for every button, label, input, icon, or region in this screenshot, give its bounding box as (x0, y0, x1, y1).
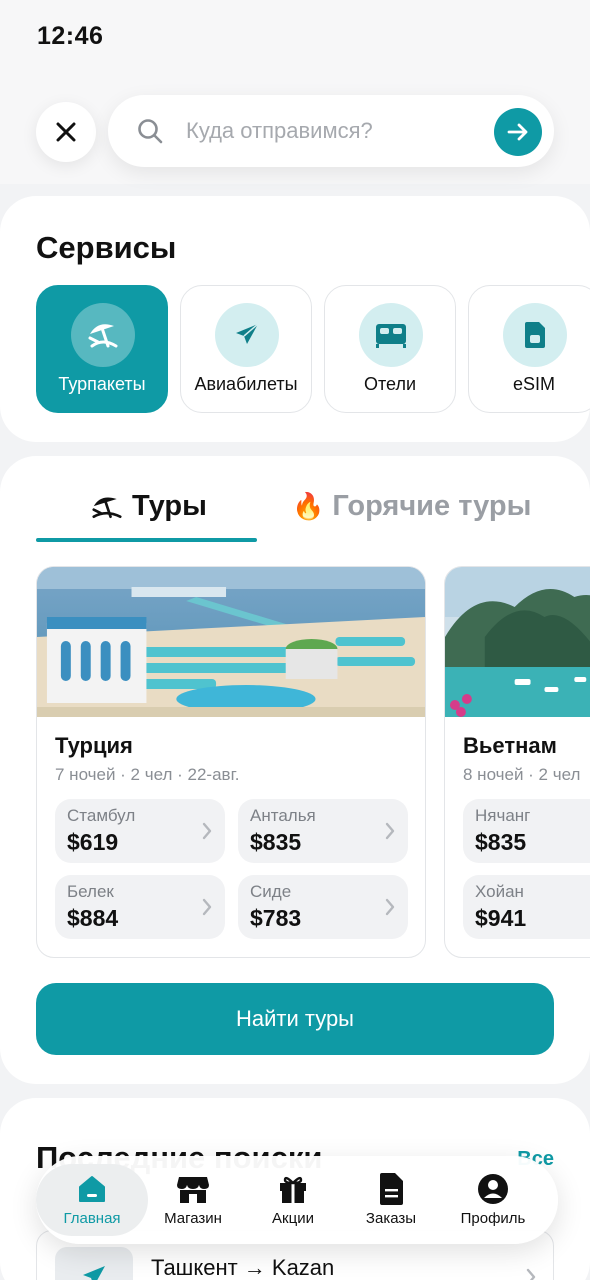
service-tour-packages[interactable]: Турпакеты (36, 285, 168, 413)
services-title: Сервисы (36, 230, 177, 265)
chevron-right-icon (385, 898, 395, 916)
tab-label: Магазин (164, 1210, 222, 1227)
tab-home[interactable]: Главная (36, 1164, 148, 1236)
price-value: $783 (250, 905, 302, 931)
tab-label: Горячие туры (332, 490, 532, 522)
price-value: $619 (67, 829, 119, 855)
tab-indicator (36, 538, 257, 542)
tour-card-vietnam[interactable]: Вьетнам 8 ночей · 2 чел Нячанг $835 Хойа… (444, 566, 590, 958)
tab-tours[interactable]: Туры (90, 490, 207, 523)
price-city: Стамбул (67, 806, 136, 825)
price-tile[interactable]: Анталья $835 (238, 799, 408, 863)
search-icon (138, 119, 163, 144)
airplane-icon (215, 303, 279, 367)
chevron-right-icon (202, 822, 212, 840)
tour-card-turkey[interactable]: Турция 7 ночей · 2 чел · 22-авг. Стамбул… (36, 566, 426, 958)
close-button[interactable] (36, 102, 96, 162)
service-flights[interactable]: Авиабилеты (180, 285, 312, 413)
airplane-icon (55, 1247, 133, 1280)
tours-section: Туры 🔥 Горячие туры Турция 7 ночей · 2 ч… (0, 456, 590, 1084)
service-hotels[interactable]: Отели (324, 285, 456, 413)
home-icon (75, 1172, 109, 1206)
search-header (0, 72, 590, 184)
bottom-tab-bar: Главная Магазин Акции Заказы Профиль (36, 1156, 558, 1244)
price-tile[interactable]: Нячанг $835 (463, 799, 590, 863)
tour-image (37, 567, 425, 717)
gift-icon (276, 1172, 310, 1206)
service-label: eSIM (512, 374, 555, 394)
price-city: Анталья (250, 806, 316, 825)
chevron-right-icon (202, 898, 212, 916)
tab-label: Профиль (460, 1210, 526, 1227)
beach-umbrella-icon (71, 303, 135, 367)
search-submit-button[interactable] (494, 108, 542, 156)
recent-route: Ташкент → Kazan (151, 1255, 335, 1280)
service-label: Турпакеты (58, 374, 146, 394)
tour-meta: 7 ночей · 2 чел · 22-авг. (55, 765, 240, 784)
price-value: $835 (250, 829, 302, 855)
price-tile[interactable]: Белек $884 (55, 875, 225, 939)
sim-card-icon (503, 303, 567, 367)
price-tile[interactable]: Стамбул $619 (55, 799, 225, 863)
tab-orders[interactable]: Заказы (342, 1164, 440, 1236)
fire-icon: 🔥 (292, 491, 325, 521)
search-input[interactable] (186, 113, 476, 149)
arrow-right-icon (507, 123, 528, 141)
chevron-right-icon (526, 1268, 536, 1280)
tour-country: Вьетнам (463, 733, 557, 758)
price-value: $941 (475, 905, 527, 931)
search-bar[interactable] (108, 95, 554, 167)
tab-profile[interactable]: Профиль (444, 1164, 542, 1236)
tab-store[interactable]: Магазин (144, 1164, 242, 1236)
services-section: Сервисы Турпакеты Авиабилеты Отели eSIM (0, 196, 590, 442)
tour-image (445, 567, 590, 717)
service-esim[interactable]: eSIM (468, 285, 590, 413)
price-tile[interactable]: Хойан $941 (463, 875, 590, 939)
service-label: Авиабилеты (194, 374, 298, 394)
document-icon (374, 1172, 408, 1206)
tour-meta: 8 ночей · 2 чел (463, 765, 581, 784)
price-city: Сиде (250, 882, 292, 901)
price-city: Нячанг (475, 806, 531, 825)
tour-country: Турция (55, 733, 133, 758)
store-icon (176, 1172, 210, 1206)
price-city: Белек (67, 882, 114, 901)
service-label: Отели (363, 374, 416, 394)
bed-icon (359, 303, 423, 367)
tab-hot-tours[interactable]: 🔥 Горячие туры (292, 490, 531, 523)
tab-label: Туры (132, 490, 207, 522)
price-value: $835 (475, 829, 527, 855)
tab-label: Главная (63, 1210, 121, 1227)
price-tile[interactable]: Сиде $783 (238, 875, 408, 939)
beach-umbrella-icon (92, 496, 122, 518)
status-time: 12:46 (37, 22, 104, 50)
price-value: $884 (67, 905, 119, 931)
close-icon (56, 122, 76, 142)
tab-label: Заказы (365, 1210, 417, 1227)
status-bar: 12:46 (0, 0, 590, 72)
chevron-right-icon (385, 822, 395, 840)
price-city: Хойан (475, 882, 524, 901)
tab-label: Акции (272, 1210, 314, 1227)
find-tours-button[interactable]: Найти туры (36, 983, 554, 1055)
profile-icon (476, 1172, 510, 1206)
tab-promotions[interactable]: Акции (244, 1164, 342, 1236)
